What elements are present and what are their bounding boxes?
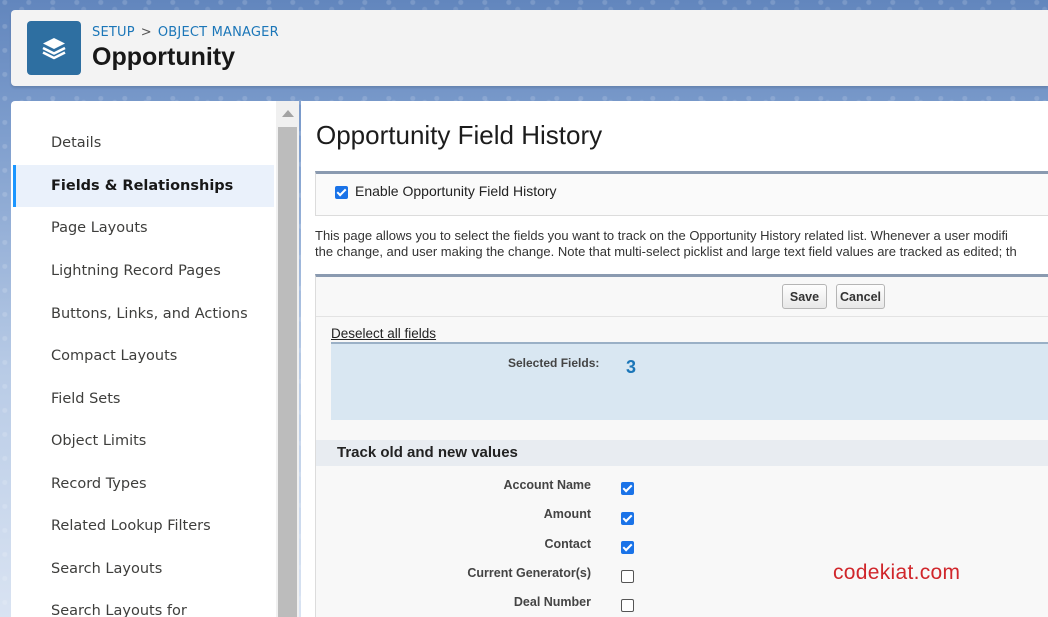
field-checkbox-contact[interactable]	[621, 541, 634, 554]
sidebar-item-related-lookup-filters[interactable]: Related Lookup Filters	[13, 505, 274, 547]
sidebar-item-buttons-links-actions[interactable]: Buttons, Links, and Actions	[13, 293, 274, 335]
field-label-contact: Contact	[544, 537, 591, 551]
sidebar-item-page-layouts[interactable]: Page Layouts	[13, 207, 274, 249]
field-checkbox-account-name[interactable]	[621, 482, 634, 495]
scroll-up-arrow-icon[interactable]	[282, 110, 294, 117]
field-checkbox-amount[interactable]	[621, 512, 634, 525]
breadcrumb-separator: >	[140, 25, 152, 40]
sidebar-item-record-types[interactable]: Record Types	[13, 463, 274, 505]
enable-history-label: Enable Opportunity Field History	[355, 183, 557, 199]
field-checkbox-deal-number[interactable]	[621, 599, 634, 612]
selected-fields-panel	[331, 342, 1048, 420]
divider	[316, 316, 1048, 317]
breadcrumb-object-manager-link[interactable]: OBJECT MANAGER	[158, 25, 279, 40]
main-content: Opportunity Field History Enable Opportu…	[301, 101, 1048, 617]
breadcrumb: SETUP > OBJECT MANAGER	[92, 25, 279, 40]
selected-fields-count: 3	[626, 357, 637, 377]
sidebar-item-field-sets[interactable]: Field Sets	[13, 378, 274, 420]
sidebar-item-search-layouts[interactable]: Search Layouts	[13, 548, 274, 590]
object-header: SETUP > OBJECT MANAGER Opportunity	[11, 10, 1048, 86]
selected-fields-label: Selected Fields:	[508, 356, 600, 370]
page-title: Opportunity	[92, 43, 236, 71]
description-line-2: the change, and user making the change. …	[315, 244, 1017, 259]
scroll-thumb[interactable]	[278, 127, 297, 617]
enable-history-checkbox[interactable]	[335, 186, 348, 199]
field-label-deal-number: Deal Number	[513, 595, 591, 609]
sidebar-nav: Details Fields & Relationships Page Layo…	[11, 101, 276, 617]
track-section-title: Track old and new values	[337, 444, 518, 461]
sidebar-item-compact-layouts[interactable]: Compact Layouts	[13, 335, 274, 377]
sidebar-item-lightning-record-pages[interactable]: Lightning Record Pages	[13, 250, 274, 292]
save-button[interactable]: Save	[782, 284, 827, 309]
field-label-account-name: Account Name	[503, 478, 591, 492]
breadcrumb-setup-link[interactable]: SETUP	[92, 25, 135, 40]
deselect-all-link[interactable]: Deselect all fields	[331, 326, 436, 341]
layers-icon	[27, 21, 81, 75]
description-line-1: This page allows you to select the field…	[315, 228, 1008, 243]
sidebar-item-details[interactable]: Details	[13, 122, 274, 164]
sidebar-item-object-limits[interactable]: Object Limits	[13, 420, 274, 462]
sidebar-item-search-layouts-for[interactable]: Search Layouts for	[13, 590, 274, 617]
description-text: This page allows you to select the field…	[315, 228, 1048, 260]
watermark-text: codekiat.com	[833, 561, 961, 584]
sidebar-item-fields-relationships[interactable]: Fields & Relationships	[13, 165, 274, 207]
field-label-amount: Amount	[543, 507, 591, 521]
sidebar-scrollbar[interactable]	[276, 101, 299, 617]
cancel-button[interactable]: Cancel	[836, 284, 885, 309]
field-checkbox-current-generators[interactable]	[621, 570, 634, 583]
field-label-current-generators: Current Generator(s)	[467, 566, 591, 580]
section-title: Opportunity Field History	[316, 120, 603, 150]
